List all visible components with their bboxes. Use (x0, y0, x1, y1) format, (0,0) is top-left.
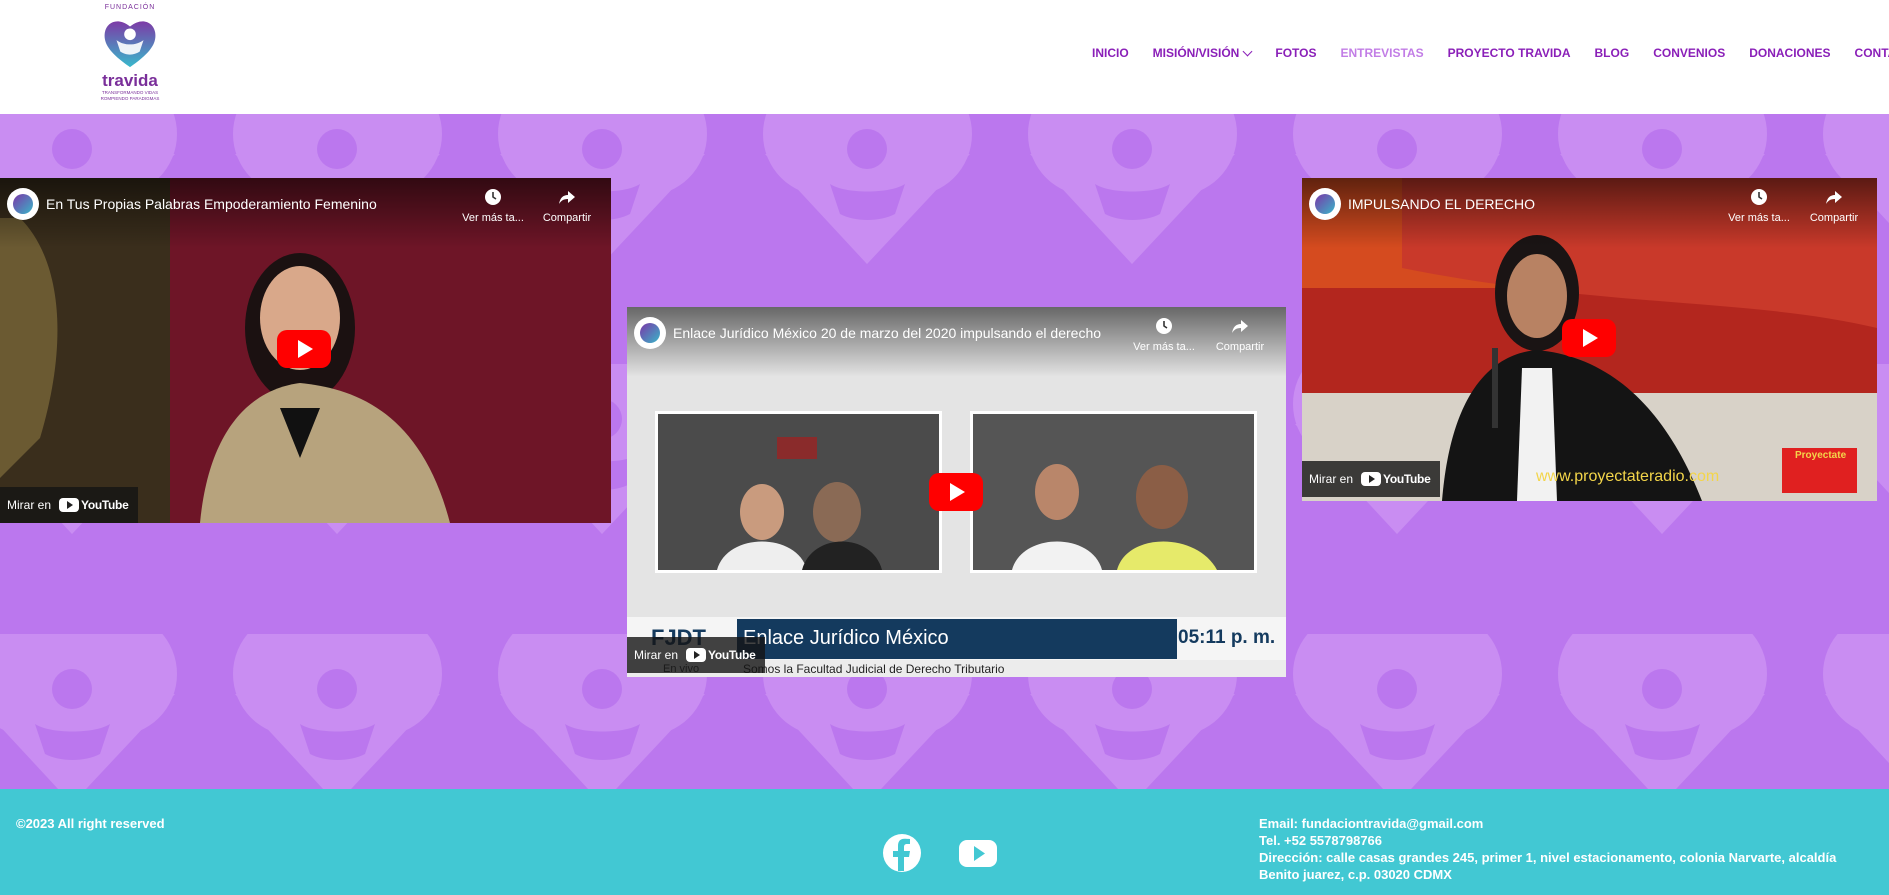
lower-third-headline: Enlace Jurídico México (743, 627, 949, 649)
video-title[interactable]: En Tus Propias Palabras Empoderamiento F… (46, 196, 377, 212)
share-icon (1826, 191, 1842, 204)
overlay-url-watermark: www.proyectateradio.com (1536, 468, 1720, 485)
watch-on-youtube-button[interactable]: Mirar en YouTube (627, 637, 766, 673)
nav-item-mision-vision[interactable]: MISIÓN/VISIÓN (1152, 46, 1253, 60)
nav-item-contacto[interactable]: CONTACTO (1855, 46, 1889, 60)
share-label: Compartir (1215, 341, 1265, 353)
watch-later-label: Ver más ta... (1728, 212, 1790, 224)
watch-later-button[interactable]: Ver más ta... (1724, 188, 1794, 224)
channel-avatar[interactable] (634, 317, 666, 349)
social-links (882, 833, 1034, 873)
nav-item-proyecto-travida[interactable]: PROYECTO TRAVIDA (1448, 46, 1571, 60)
video-player-2[interactable]: Enlace Jurídico México 20 de marzo del 2… (627, 307, 1286, 677)
nav-item-fotos[interactable]: FOTOS (1275, 46, 1316, 60)
contact-info: Email: fundaciontravida@gmail.com Tel. +… (1259, 815, 1836, 883)
play-button[interactable] (277, 330, 331, 368)
contact-phone[interactable]: Tel. +52 5578798766 (1259, 832, 1836, 849)
channel-avatar[interactable] (7, 188, 39, 220)
overlay-brand-watermark: Proyectate (1795, 450, 1847, 461)
youtube-wordmark: YouTube (1383, 472, 1431, 486)
youtube-wordmark: YouTube (81, 498, 129, 512)
youtube-icon (1361, 472, 1382, 486)
watch-later-button[interactable]: Ver más ta... (458, 188, 528, 224)
logo-top-text: FUNDACIÓN (104, 4, 156, 11)
contact-address-line-2: Benito juarez, c.p. 03020 CDMX (1259, 867, 1452, 882)
lower-third-ticker: Somos la Facultad Judicial de Derecho Tr… (743, 662, 1005, 676)
play-button[interactable] (1562, 319, 1616, 357)
video-title[interactable]: IMPULSANDO EL DERECHO (1348, 196, 1535, 212)
copyright-text: ©2023 All right reserved (16, 816, 165, 831)
nav-item-label: MISIÓN/VISIÓN (1152, 46, 1240, 60)
nav-item-convenios[interactable]: CONVENIOS (1653, 46, 1725, 60)
logo-tagline-2: ROMPIENDO PARADIGMAS (100, 96, 160, 101)
chevron-down-icon (1242, 46, 1253, 56)
lower-third-time: 05:11 p. m. (1178, 627, 1276, 648)
share-label: Compartir (1809, 212, 1859, 224)
play-icon (1583, 329, 1598, 347)
watch-later-button[interactable]: Ver más ta... (1129, 317, 1199, 353)
contact-address-line-1: Dirección: calle casas grandes 245, prim… (1259, 850, 1837, 865)
youtube-logo: YouTube (59, 498, 129, 512)
interviews-section: En Tus Propias Palabras Empoderamiento F… (0, 114, 1889, 789)
youtube-logo: YouTube (1361, 472, 1431, 486)
share-button[interactable]: Compartir (1205, 317, 1275, 353)
share-button[interactable]: Compartir (1799, 188, 1869, 224)
clock-icon (1156, 318, 1172, 334)
watch-on-label: Mirar en (1309, 472, 1354, 486)
video-player-1[interactable]: En Tus Propias Palabras Empoderamiento F… (0, 178, 611, 523)
site-footer: ©2023 All right reserved Email: fundacio… (0, 789, 1889, 895)
watch-on-label: Mirar en (7, 498, 52, 512)
watch-later-label: Ver más ta... (462, 212, 524, 224)
clock-icon (1751, 189, 1767, 205)
contact-email[interactable]: Email: fundaciontravida@gmail.com (1259, 815, 1836, 832)
share-icon (559, 191, 575, 204)
youtube-logo: YouTube (686, 648, 756, 662)
youtube-icon (686, 648, 707, 662)
youtube-icon[interactable] (958, 833, 998, 873)
main-nav: INICIO MISIÓN/VISIÓN FOTOS ENTREVISTAS P… (1092, 46, 1889, 60)
nav-item-inicio[interactable]: INICIO (1092, 46, 1129, 60)
logo-name: travida (102, 71, 158, 90)
youtube-wordmark: YouTube (708, 648, 756, 662)
site-header: FUNDACIÓN travida TRANSFORMANDO VIDAS RO… (0, 0, 1889, 114)
channel-avatar[interactable] (1309, 188, 1341, 220)
clock-icon (485, 189, 501, 205)
site-logo[interactable]: FUNDACIÓN travida TRANSFORMANDO VIDAS RO… (90, 4, 170, 108)
watch-on-label: Mirar en (634, 648, 679, 662)
share-label: Compartir (542, 212, 592, 224)
facebook-icon[interactable] (882, 833, 922, 873)
nav-item-blog[interactable]: BLOG (1595, 46, 1630, 60)
play-icon (298, 340, 313, 358)
watch-on-youtube-button[interactable]: Mirar en YouTube (1302, 461, 1441, 497)
watch-later-label: Ver más ta... (1133, 341, 1195, 353)
video-title[interactable]: Enlace Jurídico México 20 de marzo del 2… (673, 325, 1101, 341)
nav-item-donaciones[interactable]: DONACIONES (1749, 46, 1830, 60)
share-button[interactable]: Compartir (532, 188, 602, 224)
play-button[interactable] (929, 473, 983, 511)
play-icon (950, 483, 965, 501)
nav-item-entrevistas[interactable]: ENTREVISTAS (1340, 46, 1423, 60)
watch-on-youtube-button[interactable]: Mirar en YouTube (0, 487, 139, 523)
video-player-3[interactable]: www.proyectateradio.com Proyectate IMPUL… (1302, 178, 1877, 501)
logo-heart-icon (104, 21, 156, 68)
youtube-icon (59, 498, 80, 512)
share-icon (1232, 320, 1248, 333)
